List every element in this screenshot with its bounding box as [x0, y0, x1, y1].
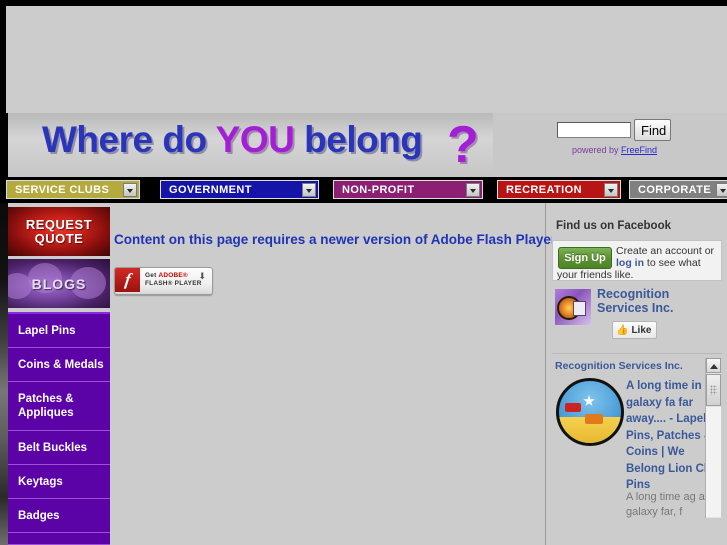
freefind-link[interactable]: FreeFind: [621, 145, 657, 155]
facebook-page-avatar[interactable]: [555, 289, 591, 325]
nav-item-corporate[interactable]: CORPORATE: [629, 180, 727, 199]
get-flash-line2: FLASH® PLAYER: [145, 280, 202, 287]
chevron-down-icon[interactable]: [604, 182, 618, 197]
scrollbar-track[interactable]: [706, 407, 721, 517]
flash-required-message: Content on this page requires a newer ve…: [114, 232, 560, 247]
avatar-card-icon: [573, 301, 586, 316]
page-root: Where do YOU belong ? Find powered by Fr…: [0, 0, 727, 545]
facebook-signup-text: Create an account or log in to see what: [616, 245, 716, 269]
flash-glyph: f: [123, 270, 132, 289]
get-flash-line1: Get ADOBE®: [145, 272, 188, 279]
request-quote-label: REQUEST QUOTE: [25, 216, 93, 246]
blogs-banner[interactable]: BLOGS: [8, 259, 110, 308]
facebook-like-label: Like: [631, 324, 652, 336]
download-arrow-icon: ⬇: [198, 271, 206, 281]
sidebar-item-label: Badges: [18, 509, 60, 522]
facebook-feed: Recognition Services Inc. A long time in…: [552, 353, 722, 526]
chevron-down-icon[interactable]: [466, 182, 480, 197]
post-image-star-icon: [583, 395, 595, 406]
sidebar-item-label: Coins & Medals: [18, 358, 104, 371]
nav-item-service-clubs[interactable]: SERVICE CLUBS: [6, 180, 140, 199]
request-quote-banner[interactable]: REQUEST QUOTE: [8, 207, 110, 256]
right-column-divider: [545, 203, 546, 545]
facebook-login-link[interactable]: log in: [616, 257, 644, 269]
main-navigation-bar: SERVICE CLUBS GOVERNMENT NON-PROFIT RECR…: [0, 177, 727, 203]
facebook-sign-up-button[interactable]: Sign Up: [558, 247, 612, 269]
thumbs-up-icon: 👍: [616, 324, 629, 336]
facebook-like-box: Find us on Facebook Sign Up Create an ac…: [552, 214, 722, 526]
request-quote-line2: QUOTE: [34, 230, 84, 246]
sidebar-item-next-partial[interactable]: [8, 533, 110, 545]
sidebar-item-coins-medals[interactable]: Coins & Medals: [8, 348, 110, 382]
sidebar-item-belt-buckles[interactable]: Belt Buckles: [8, 431, 110, 465]
left-page-edge: [0, 203, 8, 545]
site-logo-banner[interactable]: Where do YOU belong ?: [8, 113, 493, 177]
chevron-down-icon[interactable]: [302, 182, 316, 197]
top-banner-area: [6, 6, 727, 113]
scroll-up-arrow-icon[interactable]: [706, 358, 721, 373]
sidebar-item-label: Belt Buckles: [18, 441, 88, 454]
nav-item-government[interactable]: GOVERNMENT: [160, 180, 319, 199]
nav-item-recreation[interactable]: RECREATION: [497, 180, 621, 199]
blogs-label: BLOGS: [31, 275, 87, 292]
facebook-post-image[interactable]: [556, 378, 624, 446]
banner-tagline-you: YOU: [215, 119, 295, 160]
search-input[interactable]: [557, 122, 631, 138]
sidebar-item-label: Patches & Appliques: [18, 393, 74, 419]
nav-label-recreation: RECREATION: [506, 183, 582, 196]
sidebar-item-keytags[interactable]: Keytags: [8, 465, 110, 499]
get-flash-brand: ADOBE®: [158, 272, 188, 279]
sidebar-item-label: Keytags: [18, 475, 63, 488]
facebook-signup-text-line2: your friends like.: [557, 269, 634, 281]
facebook-page-profile: Recognition Services Inc. 👍 Like: [552, 281, 722, 349]
left-sidebar: REQUEST QUOTE BLOGS Lapel Pins Coins & M…: [8, 207, 110, 545]
facebook-feed-page-name[interactable]: Recognition Services Inc.: [552, 360, 722, 372]
nav-label-corporate: CORPORATE: [638, 183, 712, 196]
nav-label-government: GOVERNMENT: [169, 183, 252, 196]
powered-by-freefind: powered by FreeFind: [572, 145, 657, 155]
facebook-page-name[interactable]: Recognition Services Inc.: [597, 287, 717, 315]
banner-tagline-part3: belong: [294, 119, 423, 160]
sidebar-item-label: Lapel Pins: [18, 324, 76, 337]
nav-label-service-clubs: SERVICE CLUBS: [15, 183, 110, 196]
post-image-car-icon: [565, 403, 581, 412]
sidebar-item-patches-appliques[interactable]: Patches & Appliques: [8, 382, 110, 431]
chevron-down-icon[interactable]: [716, 182, 727, 197]
powered-by-prefix: powered by: [572, 145, 622, 155]
sidebar-item-lapel-pins[interactable]: Lapel Pins: [8, 314, 110, 348]
chevron-down-icon[interactable]: [123, 182, 137, 197]
flash-logo-icon: f: [115, 268, 140, 292]
get-flash-prefix: Get: [145, 272, 159, 279]
facebook-signup-panel: Sign Up Create an account or log in to s…: [552, 240, 722, 281]
banner-tagline: Where do YOU belong: [42, 119, 423, 161]
facebook-like-button[interactable]: 👍 Like: [612, 321, 658, 339]
find-button[interactable]: Find: [634, 119, 671, 141]
facebook-signup-suffix: to see what: [644, 257, 701, 269]
request-quote-line1: REQUEST: [25, 216, 93, 232]
sidebar-item-badges[interactable]: Badges: [8, 499, 110, 533]
nav-item-non-profit[interactable]: NON-PROFIT: [333, 180, 483, 199]
banner-tagline-part1: Where do: [42, 119, 216, 160]
facebook-signup-prefix: Create an account or: [616, 245, 715, 257]
sidebar-product-menu: Lapel Pins Coins & Medals Patches & Appl…: [8, 312, 110, 545]
banner-question-mark: ?: [447, 116, 479, 174]
facebook-feed-scrollbar[interactable]: [705, 358, 721, 518]
header-left-edge: [0, 113, 8, 177]
nav-label-non-profit: NON-PROFIT: [342, 183, 415, 196]
facebook-widget-title: Find us on Facebook: [556, 220, 672, 232]
get-adobe-flash-player-button[interactable]: f Get ADOBE® FLASH® PLAYER ⬇: [114, 267, 213, 295]
scrollbar-thumb[interactable]: [706, 374, 721, 406]
post-image-car-icon: [585, 414, 603, 424]
